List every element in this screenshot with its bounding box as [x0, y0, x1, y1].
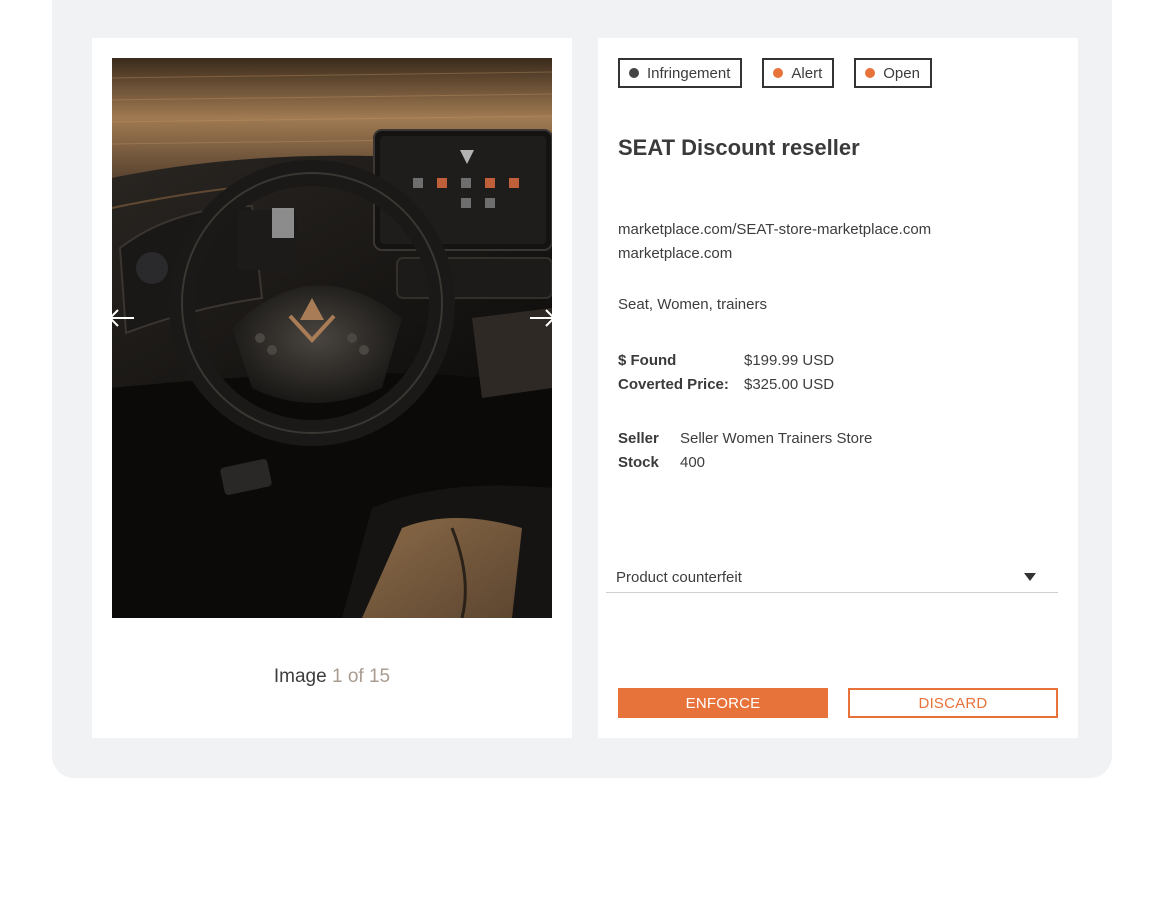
- status-dot-icon: [629, 68, 639, 78]
- stock-value: 400: [680, 454, 706, 471]
- arrow-left-icon: [108, 309, 134, 327]
- listing-domain[interactable]: marketplace.com: [618, 242, 931, 266]
- stock-label: Stock: [618, 454, 659, 471]
- tag-infringement[interactable]: Infringement: [618, 58, 743, 88]
- seller-label: Seller: [618, 430, 659, 447]
- content-frame: Image 1 of 15 Infringement Alert Open SE…: [52, 0, 1112, 778]
- product-image: [112, 58, 552, 618]
- status-tags: Infringement Alert Open: [618, 58, 932, 88]
- next-image-button[interactable]: [524, 304, 560, 332]
- seller-value: Seller Women Trainers Store: [680, 430, 873, 447]
- previous-image-button[interactable]: [104, 304, 140, 332]
- reason-select-value: Product counterfeit: [616, 569, 742, 586]
- status-dot-icon: [865, 68, 876, 78]
- tag-alert[interactable]: Alert: [762, 58, 835, 88]
- tag-label: Open: [883, 64, 920, 82]
- status-dot-icon: [773, 68, 784, 78]
- image-counter: Image 1 of 15: [92, 666, 572, 688]
- found-price-value: $199.99 USD: [744, 352, 835, 369]
- arrow-right-icon: [530, 309, 556, 327]
- listing-links: marketplace.com/SEAT-store-marketplace.c…: [618, 218, 931, 266]
- tag-label: Infringement: [647, 64, 731, 82]
- seller-details: Seller Seller Women Trainers Store Stock…: [618, 427, 872, 475]
- listing-details-panel: Infringement Alert Open SEAT Discount re…: [598, 38, 1078, 738]
- discard-button[interactable]: DISCARD: [848, 688, 1058, 718]
- tag-label: Alert: [791, 64, 823, 82]
- image-counter-of: of: [347, 666, 364, 687]
- listing-title: SEAT Discount reseller: [618, 135, 860, 160]
- image-viewer-panel: Image 1 of 15: [92, 38, 572, 738]
- image-counter-current: 1: [331, 666, 343, 687]
- chevron-down-icon: [1024, 573, 1036, 581]
- listing-url[interactable]: marketplace.com/SEAT-store-marketplace.c…: [618, 218, 931, 242]
- found-price-label: $ Found: [618, 352, 677, 369]
- tag-open[interactable]: Open: [854, 58, 932, 88]
- reason-select[interactable]: Product counterfeit: [606, 564, 1058, 593]
- price-details: $ Found $199.99 USD Coverted Price: $325…: [618, 349, 834, 397]
- image-counter-label: Image: [273, 666, 327, 687]
- converted-price-label: Coverted Price:: [618, 376, 729, 393]
- enforce-button[interactable]: ENFORCE: [618, 688, 828, 718]
- image-counter-total: 15: [368, 666, 391, 687]
- converted-price-value: $325.00 USD: [744, 376, 835, 393]
- listing-keywords: Seat, Women, trainers: [618, 296, 767, 313]
